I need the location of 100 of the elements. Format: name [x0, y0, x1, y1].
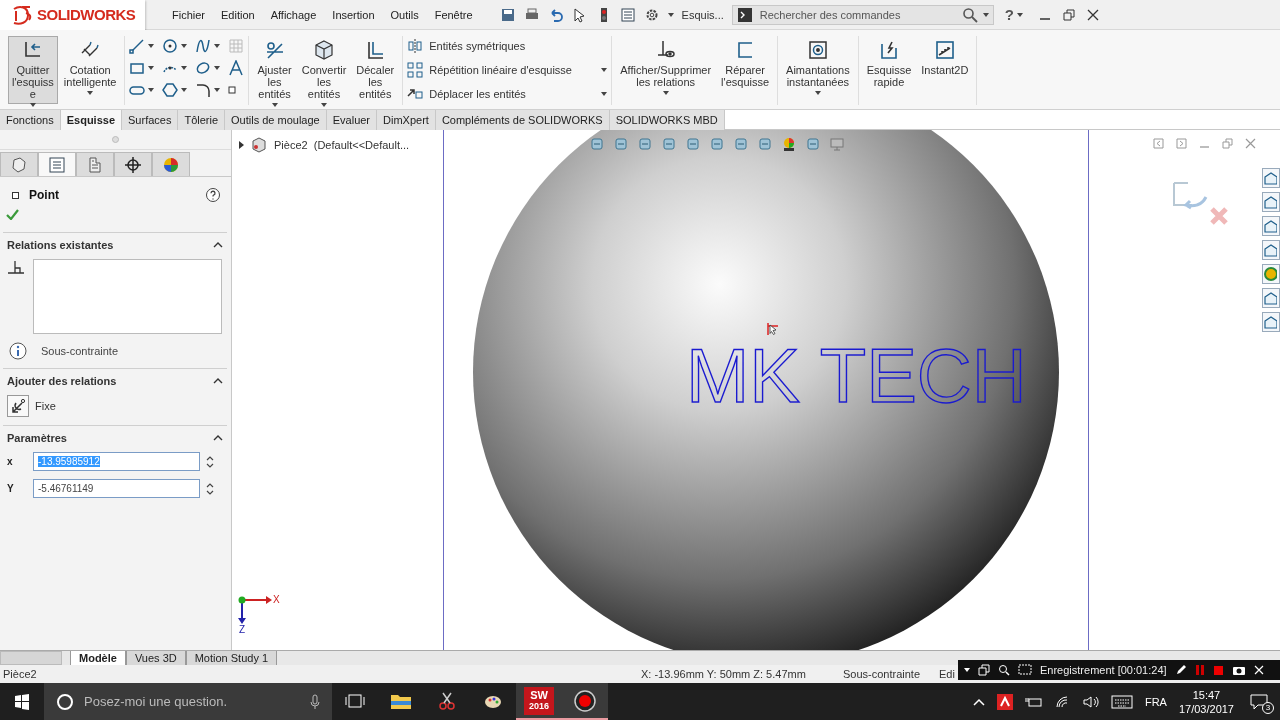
document-name: Pièce2: [3, 668, 38, 680]
ribbon-button[interactable]: Cotation intelligente: [59, 36, 121, 104]
command-tab[interactable]: Surfaces: [122, 110, 179, 130]
task-pane-tab[interactable]: [1262, 288, 1280, 308]
keyboard-icon: [1110, 694, 1133, 709]
property-list-icon: [48, 155, 66, 174]
ok-check-icon[interactable]: [6, 209, 19, 220]
task-pane-tab[interactable]: [1262, 264, 1280, 284]
windows-icon[interactable]: [978, 664, 990, 676]
app-name: SOLIDWORKS: [37, 6, 136, 23]
clock-time: 15:47: [1192, 687, 1221, 702]
command-tab[interactable]: Outils de moulage: [225, 110, 327, 130]
relation-option[interactable]: Fixe: [7, 395, 223, 417]
ribbon-button[interactable]: Convertir les entités: [297, 36, 351, 104]
command-tab[interactable]: SOLIDWORKS MBD: [609, 110, 725, 130]
task-pane-tab[interactable]: [1262, 168, 1280, 188]
caret-icon: [181, 88, 188, 92]
menu-item[interactable]: Fenêtre: [427, 6, 480, 23]
section-header[interactable]: Paramètres: [7, 432, 223, 444]
mode-dropdown[interactable]: Esquis...: [679, 6, 726, 23]
menu-item[interactable]: Affichage: [263, 6, 324, 23]
axis-label: x: [7, 456, 14, 467]
move-icon: [407, 86, 424, 102]
antivirus-icon: [996, 693, 1013, 710]
ribbon-button[interactable]: Afficher/Supprimer les relations: [616, 36, 716, 104]
restore-icon[interactable]: [1062, 8, 1075, 21]
clock[interactable]: 15:47 17/03/2017: [1178, 687, 1234, 716]
command-tab[interactable]: Tôlerie: [178, 110, 226, 130]
camera-icon[interactable]: [1231, 664, 1246, 676]
close-icon[interactable]: [1086, 8, 1099, 21]
panel-tab[interactable]: [114, 152, 152, 176]
search-icon[interactable]: [998, 664, 1010, 676]
ribbon-button[interactable]: Décaler les entités: [352, 36, 399, 104]
sketch-status: Sous-contrainte: [843, 668, 922, 680]
tree-item[interactable]: Pièce2 (Default<<Default...: [238, 136, 437, 154]
rectangle-icon: [129, 60, 146, 76]
grip-icon: [112, 136, 119, 143]
constraint-status: Sous-contrainte: [41, 345, 119, 357]
save-icon[interactable]: [499, 6, 516, 23]
taskbar-app[interactable]: SW 2016: [516, 683, 562, 720]
menu-item[interactable]: Fichier: [165, 6, 212, 23]
point-icon: [228, 86, 237, 94]
list-icon[interactable]: [619, 6, 636, 23]
task-pane-tab[interactable]: [1262, 192, 1280, 212]
command-tab[interactable]: Evaluer: [326, 110, 378, 130]
line-icon: [129, 38, 146, 54]
caret-icon: [214, 88, 221, 92]
appearance-icon: [1263, 267, 1277, 281]
ribbon-button[interactable]: Aimantations instantanées: [782, 36, 854, 104]
coordinate-field[interactable]: -5.46761149: [33, 479, 200, 498]
screen-icon[interactable]: [1018, 664, 1032, 676]
ribbon-button[interactable]: Quitter l'esquiss e: [8, 36, 58, 104]
snap-icon: [806, 39, 829, 61]
ribbon-list-button[interactable]: Entités symétriques: [407, 38, 608, 54]
ribbon-list-button[interactable]: Répétition linéaire d'esquisse: [407, 62, 608, 78]
point-icon: [12, 191, 19, 199]
ribbon-button[interactable]: Instant2D: [917, 36, 973, 104]
caret-icon: [181, 66, 188, 70]
cursor-coordinates: X: -13.96mm Y: 50mm Z: 5.47mm: [641, 668, 807, 680]
ribbon-button[interactable]: Réparer l'esquisse: [717, 36, 774, 104]
search-box[interactable]: Rechercher des commandes: [731, 4, 994, 25]
axis-triad-drawing: X Z: [238, 594, 280, 634]
taskbar-search-box[interactable]: Posez-moi une question.: [44, 683, 332, 720]
caret-icon: [148, 44, 155, 48]
axis-label: Y: [7, 483, 15, 494]
taskbar-search-field[interactable]: Posez-moi une question.: [82, 693, 302, 710]
menu-item[interactable]: Outils: [383, 6, 426, 23]
task-pane-tab[interactable]: [1262, 240, 1280, 260]
home-icon: [1263, 171, 1277, 185]
help-button[interactable]: ?: [1001, 6, 1017, 23]
panel-title: Point: [29, 188, 60, 202]
ruler-icon: [933, 39, 956, 61]
section-header[interactable]: Relations existantes: [7, 239, 223, 251]
menu-item[interactable]: Edition: [214, 6, 262, 23]
command-tab[interactable]: Compléments de SOLIDWORKS: [435, 110, 610, 130]
caret-icon: [1016, 12, 1023, 17]
menu-item[interactable]: Insertion: [325, 6, 382, 23]
quick-sketch-icon: [878, 39, 900, 61]
part-icon: [250, 136, 268, 154]
input-language[interactable]: FRA: [1144, 695, 1167, 708]
pattern-icon: [407, 62, 424, 78]
search-field[interactable]: Rechercher des commandes: [757, 7, 957, 22]
ribbon-button[interactable]: Esquisse rapide: [862, 36, 916, 104]
ellipse-icon: [195, 60, 212, 76]
ribbon-list-button[interactable]: Déplacer les entités: [407, 86, 608, 102]
task-pane-tab[interactable]: [1262, 216, 1280, 236]
task-pane-tab[interactable]: [1262, 312, 1280, 332]
configuration-icon: [86, 155, 104, 174]
windows-logo-icon: [14, 693, 30, 710]
section-header[interactable]: Ajouter des relations: [7, 375, 223, 387]
command-tab[interactable]: DimXpert: [377, 110, 436, 130]
help-icon[interactable]: [205, 187, 221, 203]
ribbon-button[interactable]: Ajuster les entités: [253, 36, 296, 104]
feature-tree-icon: [10, 155, 28, 174]
pause-icon[interactable]: [1194, 664, 1205, 676]
command-tab[interactable]: Esquisse: [60, 110, 122, 130]
taskbar-app[interactable]: [562, 683, 608, 720]
command-tab[interactable]: Fonctions: [0, 110, 61, 130]
stop-icon[interactable]: [1212, 664, 1224, 676]
appearance-icon[interactable]: [781, 136, 797, 152]
